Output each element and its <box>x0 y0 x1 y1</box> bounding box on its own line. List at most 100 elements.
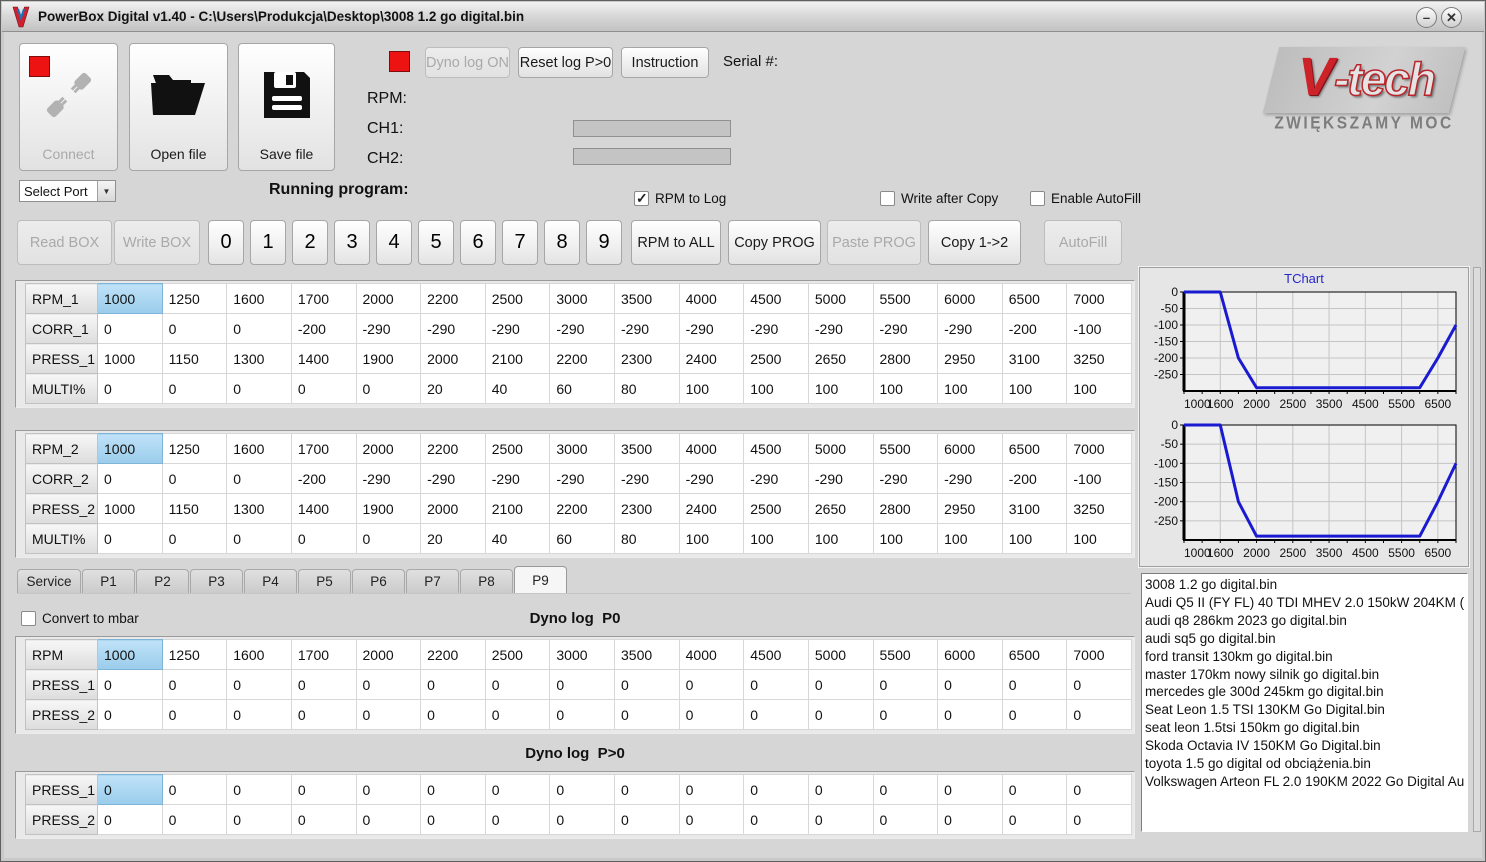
grid-cell[interactable]: 40 <box>484 373 551 404</box>
grid-cell[interactable]: 1600 <box>226 639 292 670</box>
grid-cell[interactable]: 0 <box>355 373 422 404</box>
grid-cell[interactable]: 0 <box>614 774 680 805</box>
grid-cell[interactable]: 0 <box>549 669 615 700</box>
grid-cell[interactable]: 0 <box>1001 669 1068 700</box>
grid-cell[interactable]: 0 <box>290 774 357 805</box>
grid-cell[interactable]: 5000 <box>807 283 874 314</box>
grid-cell[interactable]: 0 <box>355 523 422 554</box>
grid-cell[interactable]: 0 <box>937 804 1003 835</box>
grid-cell[interactable]: 1150 <box>161 343 228 374</box>
grid-cell[interactable]: 2950 <box>937 493 1003 524</box>
grid-cell[interactable]: -290 <box>484 463 551 494</box>
grid-cell[interactable]: 5500 <box>872 639 939 670</box>
file-list-item[interactable]: audi sq5 go digital.bin <box>1145 630 1467 648</box>
grid-cell[interactable]: 60 <box>549 373 615 404</box>
grid-cell[interactable]: 0 <box>614 804 680 835</box>
grid-cell[interactable]: 0 <box>614 699 680 730</box>
grid-cell[interactable]: 0 <box>678 669 745 700</box>
grid-cell[interactable]: 0 <box>161 804 228 835</box>
instruction-button[interactable]: Instruction <box>621 47 709 78</box>
grid-cell[interactable]: 0 <box>161 523 228 554</box>
grid-cell[interactable]: 0 <box>484 669 551 700</box>
digit-button-3[interactable]: 3 <box>334 220 370 265</box>
grid-cell[interactable]: 2100 <box>484 493 551 524</box>
grid-cell[interactable]: 0 <box>161 313 228 344</box>
grid-cell[interactable]: 1600 <box>226 283 292 314</box>
grid-cell[interactable]: 20 <box>420 373 486 404</box>
grid-cell[interactable]: -100 <box>1066 463 1132 494</box>
grid-cell[interactable]: 1900 <box>355 493 422 524</box>
grid-cell[interactable]: 1700 <box>290 433 357 464</box>
grid-cell[interactable]: 0 <box>290 804 357 835</box>
grid-cell[interactable]: 2650 <box>807 343 874 374</box>
grid-cell[interactable]: 2200 <box>420 639 486 670</box>
copy-prog-button[interactable]: Copy PROG <box>728 220 821 265</box>
grid-cell[interactable]: 0 <box>743 774 809 805</box>
tab-p8[interactable]: P8 <box>460 569 513 593</box>
save-file-button[interactable]: Save file <box>238 43 335 171</box>
grid-cell[interactable]: 0 <box>97 523 163 554</box>
grid-cell[interactable]: 7000 <box>1066 433 1132 464</box>
rpm-to-all-button[interactable]: RPM to ALL <box>631 220 721 265</box>
grid-cell[interactable]: 100 <box>743 523 809 554</box>
digit-button-0[interactable]: 0 <box>208 220 244 265</box>
grid-cell[interactable]: 100 <box>678 373 745 404</box>
grid-cell[interactable]: 3100 <box>1001 493 1068 524</box>
digit-button-1[interactable]: 1 <box>250 220 286 265</box>
grid-cell[interactable]: 40 <box>484 523 551 554</box>
file-list-item[interactable]: mercedes gle 300d 245km go digital.bin <box>1145 683 1467 701</box>
grid-cell[interactable]: 0 <box>226 774 292 805</box>
grid-cell[interactable]: 0 <box>290 699 357 730</box>
grid-cell[interactable]: 0 <box>678 774 745 805</box>
grid-cell[interactable]: 6000 <box>937 639 1003 670</box>
digit-button-4[interactable]: 4 <box>376 220 412 265</box>
grid-cell[interactable]: 80 <box>614 373 680 404</box>
write-after-copy-checkbox[interactable]: Write after Copy <box>880 191 998 206</box>
grid-cell[interactable]: 100 <box>1066 523 1132 554</box>
grid-cell[interactable]: 100 <box>937 373 1003 404</box>
grid-cell[interactable]: 0 <box>484 804 551 835</box>
grid-cell[interactable]: 1400 <box>290 343 357 374</box>
digit-button-8[interactable]: 8 <box>544 220 580 265</box>
grid-cell[interactable]: -290 <box>743 463 809 494</box>
grid-cell[interactable]: 3250 <box>1066 343 1132 374</box>
file-list-item[interactable]: Seat Leon 1.5 TSI 130KM Go Digital.bin <box>1145 701 1467 719</box>
grid-cell[interactable]: 0 <box>420 669 486 700</box>
file-list-item[interactable]: Volkswagen Arteon FL 2.0 190KM 2022 Go D… <box>1145 773 1467 791</box>
grid-cell[interactable]: 1000 <box>97 493 163 524</box>
grid-cell[interactable]: 0 <box>226 373 292 404</box>
grid-cell[interactable]: 2500 <box>484 283 551 314</box>
grid-cell[interactable]: 2500 <box>484 433 551 464</box>
grid-cell[interactable]: 0 <box>97 699 163 730</box>
grid-cell[interactable]: 0 <box>872 699 939 730</box>
grid-cell[interactable]: 100 <box>1001 373 1068 404</box>
open-file-button[interactable]: Open file <box>129 43 228 171</box>
tab-p3[interactable]: P3 <box>190 569 243 593</box>
tab-p9[interactable]: P9 <box>514 566 567 593</box>
grid-cell[interactable]: 6500 <box>1001 639 1068 670</box>
enable-autofill-checkbox[interactable]: Enable AutoFill <box>1030 191 1141 206</box>
grid-cell[interactable]: 1150 <box>161 493 228 524</box>
grid-cell[interactable]: 7000 <box>1066 639 1132 670</box>
grid-cell[interactable]: 2200 <box>549 343 615 374</box>
grid-cell[interactable]: 0 <box>97 774 163 805</box>
grid-cell[interactable]: 6500 <box>1001 283 1068 314</box>
grid-cell[interactable]: 5500 <box>872 433 939 464</box>
grid-cell[interactable]: 0 <box>872 669 939 700</box>
grid-cell[interactable]: 2300 <box>614 493 680 524</box>
grid-cell[interactable]: 100 <box>872 523 939 554</box>
grid-cell[interactable]: 1900 <box>355 343 422 374</box>
grid-cell[interactable]: 2300 <box>614 343 680 374</box>
grid-cell[interactable]: 0 <box>226 313 292 344</box>
grid-cell[interactable]: 3500 <box>614 433 680 464</box>
grid-cell[interactable]: 2000 <box>420 343 486 374</box>
grid-cell[interactable]: 0 <box>355 669 422 700</box>
grid-cell[interactable]: 0 <box>290 523 357 554</box>
file-list-item[interactable]: seat leon 1.5tsi 150km go digital.bin <box>1145 719 1467 737</box>
grid-cell[interactable]: -290 <box>355 313 422 344</box>
grid-cell[interactable]: 6000 <box>937 283 1003 314</box>
grid-cell[interactable]: 0 <box>1066 804 1132 835</box>
grid-cell[interactable]: 1700 <box>290 639 357 670</box>
grid-cell[interactable]: 3000 <box>549 433 615 464</box>
grid-cell[interactable]: 0 <box>807 804 874 835</box>
